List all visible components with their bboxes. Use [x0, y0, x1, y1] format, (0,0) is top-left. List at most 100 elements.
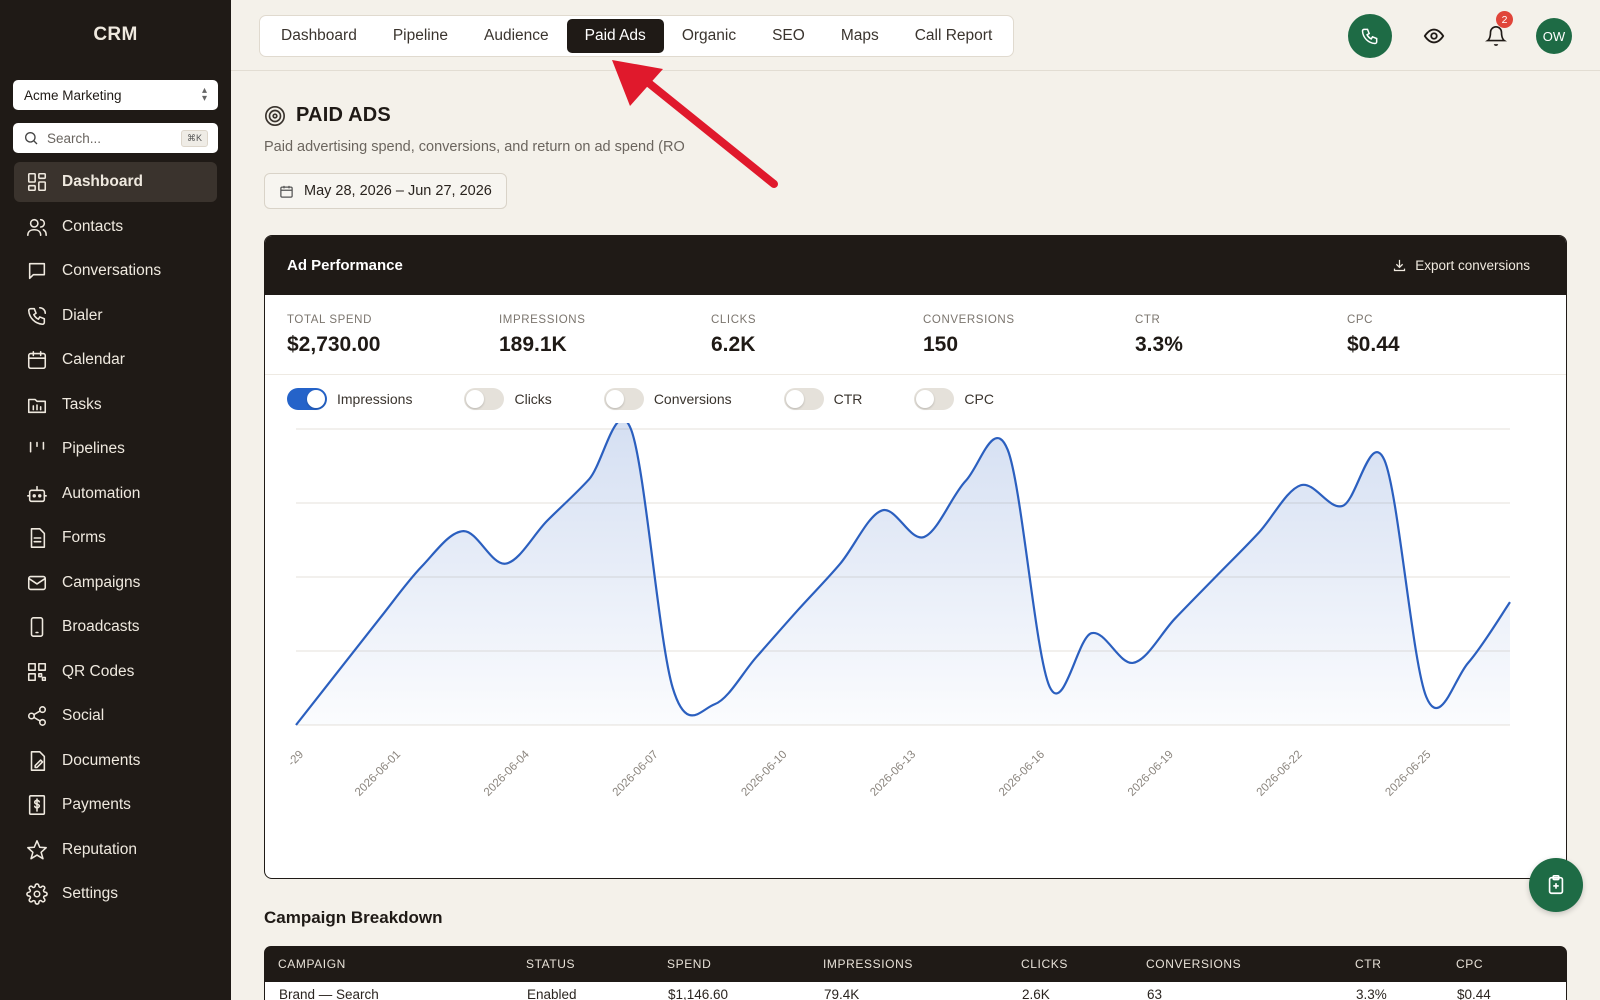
campaign-table: CAMPAIGN STATUS SPEND IMPRESSIONS CLICKS CONV… [264, 946, 1567, 1000]
stat-value: $2,730.00 [287, 333, 381, 356]
stat-value: $0.44 [1347, 333, 1400, 356]
sidebar-item-label: QR Codes [62, 662, 135, 680]
table-cell: 79.4K [824, 986, 860, 1000]
clipboard-fab-button[interactable] [1529, 858, 1583, 912]
stat-clicks: CLICKS 6.2K [711, 295, 923, 374]
sidebar-item-label: Settings [62, 885, 119, 902]
toggle-label: Impressions [337, 391, 413, 407]
sidebar-item-settings[interactable]: Settings [14, 874, 217, 914]
x-tick-label: 2026-06-01 [353, 749, 403, 799]
pipelines-icon [29, 441, 45, 453]
preview-button[interactable] [1412, 14, 1456, 58]
toggle-label: Conversions [653, 391, 732, 407]
tab-call-report[interactable]: Call Report [897, 19, 1011, 53]
calendar-icon [27, 350, 47, 370]
social-icon [27, 706, 47, 726]
export-conversions-button[interactable]: Export conversions [1392, 258, 1530, 273]
column-header[interactable]: STATUS [526, 957, 667, 971]
x-tick-label: -29 [286, 749, 306, 769]
sidebar-item-label: Contacts [62, 217, 124, 235]
tab-audience[interactable]: Audience [466, 19, 567, 53]
sidebar-item-automation[interactable]: Automation [14, 474, 217, 514]
bell-icon [1485, 26, 1507, 46]
x-tick-label: 2026-06-19 [1126, 749, 1176, 799]
conversions-switch[interactable] [603, 388, 644, 410]
notification-badge: 2 [1496, 11, 1513, 28]
switch-knob [916, 390, 935, 408]
sidebar-item-forms[interactable]: Forms [14, 518, 217, 558]
sidebar-item-contacts[interactable]: Contacts [14, 207, 217, 247]
table-header: CAMPAIGN STATUS SPEND IMPRESSIONS CLICKS CONV… [264, 946, 1567, 982]
column-header[interactable]: CPC [1456, 957, 1556, 971]
notifications-button[interactable]: 2 [1474, 11, 1518, 58]
dialer-icon [27, 306, 47, 325]
sidebar-item-campaigns[interactable]: Campaigns [14, 563, 217, 603]
sidebar-item-label: Pipelines [62, 440, 125, 457]
sidebar-item-conversations[interactable]: Conversations [14, 251, 217, 291]
tab-organic[interactable]: Organic [664, 19, 754, 53]
report-tabs: Dashboard Pipeline Audience Paid Ads Organic… [259, 15, 1015, 57]
column-header[interactable]: CONVERSIONS [1146, 957, 1355, 971]
column-header[interactable]: SPEND [667, 957, 823, 971]
table-body: Brand — Search Enabled $1,146.60 79.4K 2.6K 6… [264, 982, 1567, 1000]
date-range-label: May 28, 2026 – Jun 27, 2026 [304, 183, 492, 199]
column-header[interactable]: CLICKS [1021, 957, 1146, 971]
search-input[interactable]: Search... ⌘K [13, 123, 218, 153]
cpc-switch[interactable] [914, 388, 955, 410]
column-header[interactable]: CTR [1355, 957, 1456, 971]
toggle-impressions: Impressions [287, 388, 412, 410]
avatar[interactable]: OW [1536, 18, 1572, 54]
campaign-breakdown-title: Campaign Breakdown [264, 908, 443, 927]
stat-conversions: CONVERSIONS 150 [923, 295, 1135, 374]
topbar: Dashboard Pipeline Audience Paid Ads Organic… [231, 0, 1600, 71]
sidebar-item-label: Conversations [62, 262, 162, 279]
sidebar-item-reputation[interactable]: Reputation [14, 830, 217, 870]
campaigns-icon [27, 575, 47, 590]
tab-pipeline[interactable]: Pipeline [375, 19, 466, 53]
table-cell: 63 [1147, 986, 1163, 1000]
sidebar-item-label: Calendar [62, 351, 125, 368]
sidebar-item-social[interactable]: Social [14, 696, 217, 736]
sidebar-item-broadcasts[interactable]: Broadcasts [14, 607, 217, 647]
sidebar-item-documents[interactable]: Documents [14, 741, 217, 781]
call-button[interactable] [1348, 14, 1392, 58]
sidebar-item-label: Campaigns [62, 573, 141, 591]
tab-maps[interactable]: Maps [823, 19, 897, 53]
column-header[interactable]: CAMPAIGN [264, 957, 526, 971]
stat-label: CONVERSIONS [923, 314, 1015, 326]
org-selector[interactable]: Acme Marketing ▴ ▾ [13, 80, 218, 110]
chevron-up-down-icon: ▴ ▾ [201, 85, 207, 104]
stat-value: 189.1K [499, 333, 567, 356]
sidebar-nav: Dashboard Contacts Conversations Dialer Cale… [0, 162, 231, 914]
sidebar-item-dashboard[interactable]: Dashboard [14, 162, 217, 202]
x-tick-label: 2026-06-25 [1383, 749, 1433, 799]
sidebar-item-payments[interactable]: Payments [14, 785, 217, 825]
sidebar-item-calendar[interactable]: Calendar [14, 340, 217, 380]
toggle-label: Clicks [514, 391, 552, 407]
x-tick-label: 2026-06-07 [611, 749, 661, 799]
toggle-label: CPC [964, 391, 994, 407]
sidebar-item-dialer[interactable]: Dialer [14, 296, 217, 336]
ad-performance-card: Ad Performance Export conversions TOTAL … [264, 235, 1567, 879]
sidebar-item-tasks[interactable]: Tasks [14, 385, 217, 425]
page-title: PAID ADS [296, 104, 391, 126]
sidebar-item-label: Forms [62, 529, 106, 546]
column-header[interactable]: IMPRESSIONS [823, 957, 1021, 971]
impressions-switch[interactable] [287, 388, 327, 410]
table-cell: $0.44 [1457, 986, 1491, 1000]
sidebar-item-qr-codes[interactable]: QR Codes [14, 652, 217, 692]
sidebar-item-label: Reputation [62, 840, 137, 858]
chart-container: -29 2026-06-01 2026-06-04 2026-06-07 2026-06… [265, 418, 1566, 878]
table-row[interactable]: Brand — Search Enabled $1,146.60 79.4K 2.6K 6… [264, 982, 1567, 1000]
sidebar-item-label: Documents [62, 751, 141, 769]
sidebar-item-label: Dashboard [62, 173, 143, 190]
tab-dashboard[interactable]: Dashboard [263, 19, 375, 53]
ctr-switch[interactable] [783, 388, 824, 410]
date-range-picker[interactable]: May 28, 2026 – Jun 27, 2026 [264, 173, 507, 209]
sidebar-item-pipelines[interactable]: Pipelines [14, 429, 217, 469]
table-cell: 2.6K [1022, 986, 1050, 1000]
switch-knob [605, 390, 624, 408]
clicks-switch[interactable] [464, 388, 505, 410]
tab-paid-ads[interactable]: Paid Ads [566, 19, 664, 53]
tab-seo[interactable]: SEO [754, 19, 823, 53]
